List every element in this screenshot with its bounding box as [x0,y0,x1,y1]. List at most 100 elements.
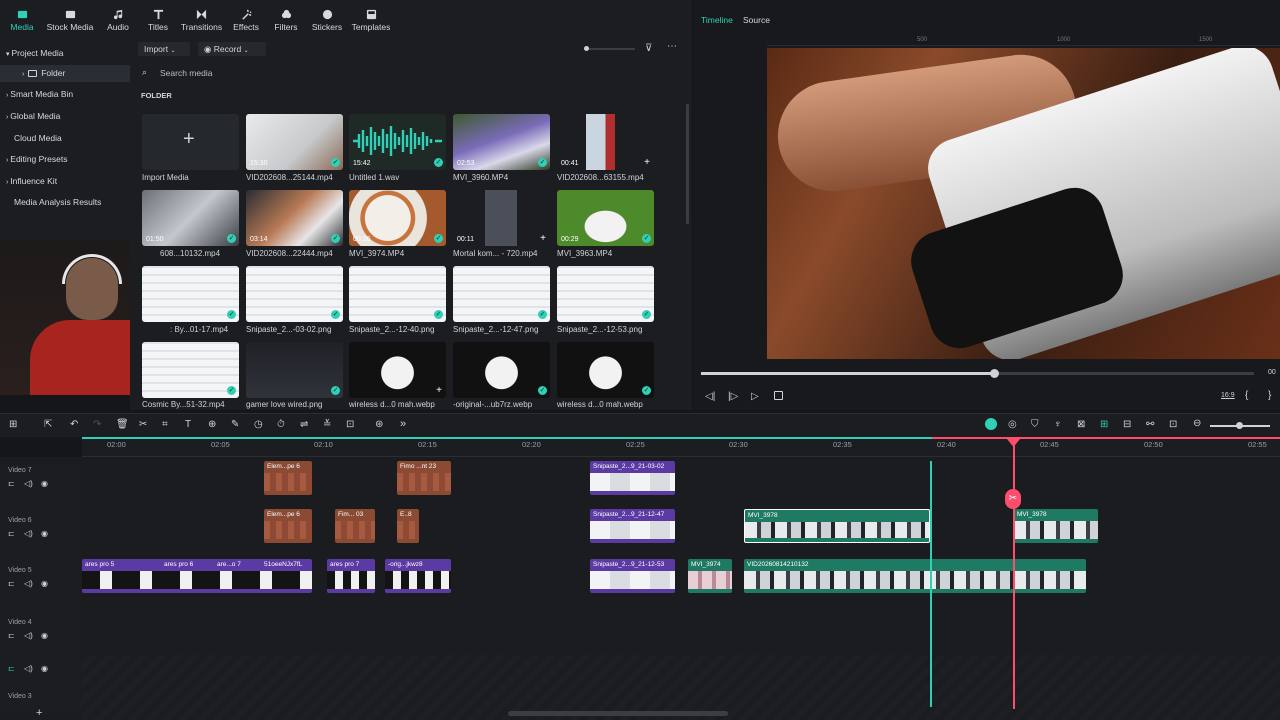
video-preview[interactable] [767,48,1280,359]
stop-icon[interactable] [774,391,783,400]
tree-item-cloud-media[interactable]: Cloud Media [14,133,62,143]
marker-line[interactable] [930,461,932,707]
mark-in-icon[interactable]: { [1245,390,1248,401]
folder-icon[interactable]: ⊏ [8,529,15,538]
scissors-icon[interactable]: ✂ [1005,489,1021,509]
folder-icon[interactable]: ⊏ [8,631,15,640]
speaker-icon[interactable]: ◁) [24,479,33,488]
timeline-clip-selected[interactable]: MVI_3978 [744,509,930,543]
timeline-clip[interactable]: Elem...pe 6 [264,461,312,495]
timeline-clip[interactable]: Snipaste_2...9_21-03-02 [590,461,675,495]
zoom-out-icon[interactable]: ⊖ [1193,418,1201,429]
eye-icon[interactable]: ◉ [41,664,48,673]
eye-icon[interactable]: ◉ [41,631,48,640]
tab-transitions[interactable]: Transitions [179,9,224,32]
tab-stickers[interactable]: Stickers [310,9,344,32]
media-item[interactable]: ✓ [142,342,239,398]
render-preview-icon[interactable]: ◎ [1008,419,1017,430]
media-item[interactable]: 00:29 ✓ [557,190,654,246]
tree-item-smart-media-bin[interactable]: › Smart Media Bin [6,89,73,99]
split-icon[interactable]: ✂ [139,419,147,430]
tab-timeline[interactable]: Timeline [701,15,733,25]
tree-item-media-analysis-results[interactable]: Media Analysis Results [14,197,101,207]
subtitle-icon[interactable]: ⊟ [1123,419,1131,430]
media-item[interactable]: + [349,342,446,398]
snap-icon[interactable]: ⊞ [1100,419,1108,430]
speaker-icon[interactable]: ◁) [24,631,33,640]
playhead[interactable] [1013,439,1015,709]
speed-icon[interactable]: ◷ [254,419,263,430]
delete-icon[interactable]: 🗑 [116,419,129,430]
media-item[interactable]: ✓ [246,266,343,322]
tree-item-influence-kit[interactable]: › Influence Kit [6,176,57,186]
crop-icon[interactable]: ⌗ [162,419,168,430]
timeline-ruler[interactable]: 02:00 02:05 02:10 02:15 02:20 02:25 02:3… [82,437,1280,457]
timeline-clip[interactable]: Snipaste_2...9_21-12-47 [590,509,675,543]
tab-filters[interactable]: Filters [272,9,300,32]
timer-icon[interactable]: ⏱ [277,419,285,430]
media-item[interactable]: 03:14 ✓ [246,190,343,246]
search-input[interactable]: ⌕ Search media [136,65,682,81]
redo-icon[interactable]: ↷ [93,419,101,430]
import-media-tile[interactable]: + [142,114,239,170]
speaker-icon[interactable]: ◁) [24,579,33,588]
ai-icon[interactable]: ⊛ [375,419,383,430]
timeline-clip[interactable]: MVI_3978 [1014,509,1098,543]
tree-item-project-media[interactable]: ▾ Project Media [6,48,63,58]
lock-icon[interactable]: ⊏ [8,664,15,673]
tab-audio[interactable]: Audio [104,9,132,32]
folder-icon[interactable]: ⊏ [8,579,15,588]
import-dropdown[interactable]: Import ⌄ [138,42,190,56]
media-item[interactable]: 15:42 ✓ [349,114,446,170]
media-item[interactable]: 00:11 + [453,190,550,246]
add-icon[interactable]: + [644,157,650,168]
adjust-icon[interactable]: ≚ [323,419,331,430]
paint-icon[interactable]: ✎ [231,419,239,430]
media-item[interactable]: 00:26 ✓ [349,190,446,246]
folder-icon[interactable]: ⊏ [8,479,15,488]
media-item[interactable]: ✓ [453,266,550,322]
tab-media[interactable]: Media [10,9,34,32]
search-clip-icon[interactable]: ⊕ [208,419,216,430]
timeline-clip[interactable]: Elem...pe 6 [264,509,312,543]
media-item[interactable]: 02:53 ✓ [453,114,550,170]
more-tools-icon[interactable]: » [400,418,406,430]
layout-icon[interactable]: ⊞ [9,419,17,430]
media-item[interactable]: ✓ [557,342,654,398]
timeline-scrollbar[interactable] [508,711,728,716]
tree-item-global-media[interactable]: › Global Media [6,111,60,121]
fit-icon[interactable]: ⊡ [1169,419,1177,430]
zoom-slider[interactable] [1210,422,1270,429]
record-dropdown[interactable]: ◉ Record ⌄ [198,42,266,56]
eye-icon[interactable]: ◉ [41,479,48,488]
tab-effects[interactable]: Effects [232,9,260,32]
transform-icon[interactable]: ⇌ [300,419,308,430]
media-item[interactable]: 00:41 + [557,114,654,170]
audio-mix-icon[interactable]: ⊠ [1077,419,1085,430]
media-item[interactable]: ✓ [349,266,446,322]
mark-out-icon[interactable]: } [1268,390,1271,401]
timeline-clip[interactable]: MVI_3974 [688,559,732,593]
media-item[interactable]: 01:50 ✓ [142,190,239,246]
tab-templates[interactable]: Templates [350,9,392,32]
media-item[interactable]: 15:30 ✓ [246,114,343,170]
timeline-clip[interactable]: Snipaste_2...9_21-12-53 [590,559,675,593]
playback-scrubber[interactable] [701,369,1254,378]
timeline-clip[interactable]: E..8 [397,509,419,543]
zoom-knob[interactable] [1236,422,1243,429]
slider-knob[interactable] [584,46,589,51]
undo-icon[interactable]: ↶ [70,419,78,430]
media-item[interactable]: ✓ [246,342,343,398]
aspect-ratio-button[interactable]: 16:9 [1221,392,1235,399]
mic-icon[interactable]: ♆ [1054,419,1062,430]
timeline-clip[interactable]: Fim... 03 [335,509,375,543]
speaker-icon[interactable]: ◁) [24,529,33,538]
eye-icon[interactable]: ◉ [41,529,48,538]
speaker-icon[interactable]: ◁) [24,664,33,673]
add-icon[interactable]: + [540,233,546,244]
media-scrollbar[interactable] [686,104,689,224]
eye-icon[interactable]: ◉ [41,579,48,588]
select-icon[interactable]: ⇱ [44,419,52,430]
tab-source[interactable]: Source [743,15,770,25]
scrubber-knob[interactable] [990,369,1000,378]
